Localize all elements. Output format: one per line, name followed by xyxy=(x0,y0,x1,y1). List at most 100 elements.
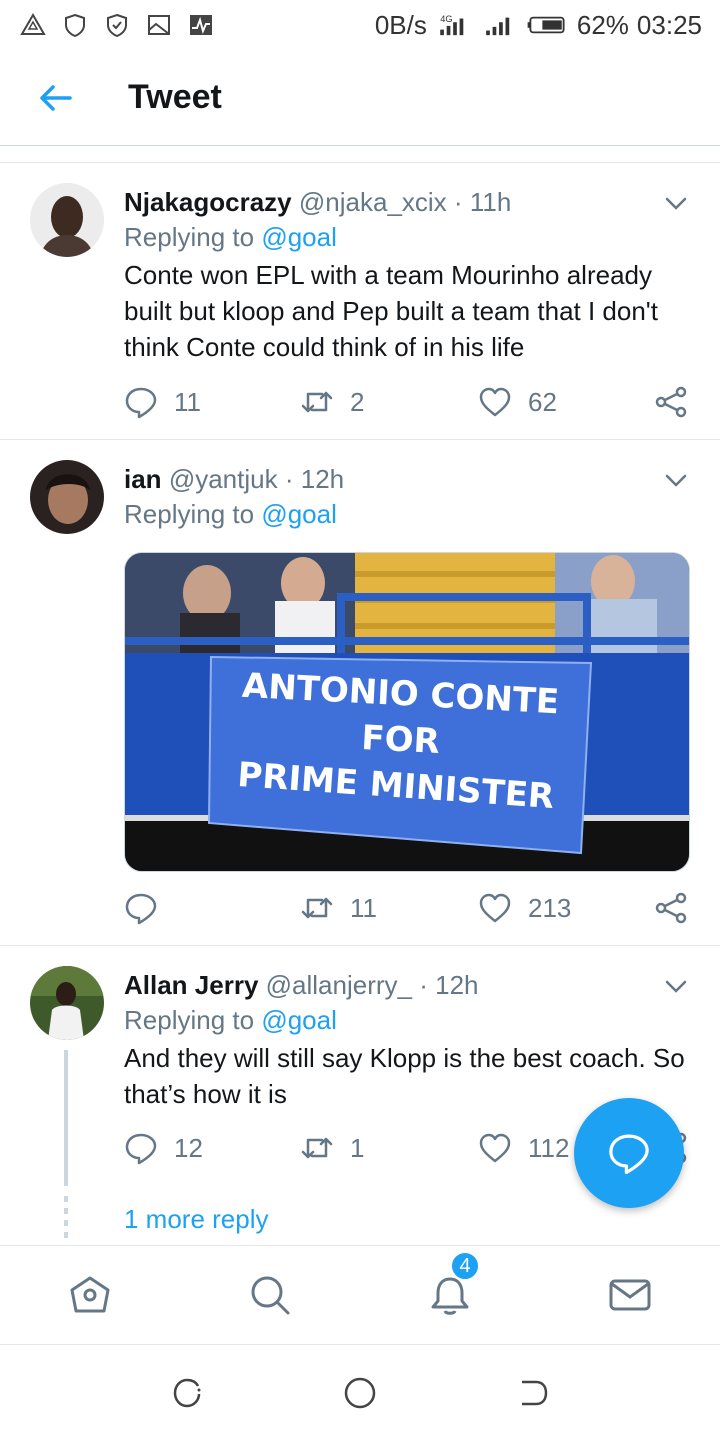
chevron-down-icon[interactable] xyxy=(662,972,690,1000)
nav-messages[interactable] xyxy=(600,1265,660,1325)
mention-link[interactable]: @goal xyxy=(261,222,337,252)
reply-button[interactable] xyxy=(124,891,158,925)
retweet-count: 2 xyxy=(350,386,365,417)
notification-badge: 4 xyxy=(450,1251,480,1281)
retweet-button[interactable]: 2 xyxy=(300,385,364,419)
separator: · xyxy=(284,464,294,494)
home-circle-icon[interactable] xyxy=(343,1376,377,1410)
clock: 03:25 xyxy=(636,9,702,40)
retweet-icon xyxy=(301,897,333,919)
retweet-icon xyxy=(301,1137,333,1159)
replying-to-label: Replying to xyxy=(124,499,255,529)
avatar[interactable] xyxy=(30,460,104,534)
replying-to: Replying to @goal xyxy=(124,1002,690,1038)
avatar[interactable] xyxy=(30,183,104,257)
reply-icon xyxy=(125,893,157,925)
recent-apps-icon[interactable] xyxy=(170,1376,204,1410)
reply-icon xyxy=(125,387,157,419)
more-replies-link[interactable]: 1 more reply xyxy=(124,1204,269,1235)
share-button[interactable] xyxy=(654,891,688,925)
back-button[interactable] xyxy=(26,68,86,128)
author-handle[interactable]: @allanjerry_ xyxy=(266,970,412,1000)
like-button[interactable]: 213 xyxy=(478,891,571,925)
tweet-header: ian @yantjuk · 12h xyxy=(124,462,690,496)
signal-icon xyxy=(486,17,510,36)
nav-search[interactable] xyxy=(240,1265,300,1325)
author-name[interactable]: Allan Jerry xyxy=(124,970,258,1000)
reply-icon xyxy=(125,1133,157,1165)
arrow-left-icon xyxy=(40,84,72,111)
nav-home[interactable] xyxy=(60,1265,120,1325)
replying-to: Replying to @goal xyxy=(124,219,690,255)
author-name[interactable]: ian xyxy=(124,464,162,494)
reply-count: 12 xyxy=(174,1132,203,1163)
like-count: 62 xyxy=(528,386,557,417)
home-icon xyxy=(70,1276,110,1313)
like-button[interactable]: 62 xyxy=(478,385,557,419)
banner-line-2: FOR xyxy=(360,718,440,762)
shield-check-icon xyxy=(107,13,127,38)
chevron-down-icon[interactable] xyxy=(662,189,690,217)
image-icon xyxy=(148,15,170,35)
avatar[interactable] xyxy=(30,966,104,1040)
banner-photo: ANTONIO CONTE FOR PRIME MINISTER xyxy=(125,553,689,871)
reply-icon xyxy=(609,1134,649,1175)
tweet-actions: 11 213 xyxy=(124,888,694,928)
timestamp[interactable]: 12h xyxy=(435,970,478,1000)
tweet-header: Njakagocrazy @njaka_xcix · 11h xyxy=(124,185,690,219)
separator: · xyxy=(419,970,428,1000)
replying-to-label: Replying to xyxy=(124,222,255,252)
retweet-icon xyxy=(301,391,333,413)
author-name[interactable]: Njakagocrazy xyxy=(124,187,292,217)
thread-line xyxy=(64,1050,68,1186)
retweet-button[interactable]: 1 xyxy=(300,1131,364,1165)
tweet-body: Allan Jerry @allanjerry_ · 12h Replying … xyxy=(124,968,690,1112)
mail-icon xyxy=(609,1279,651,1311)
like-button[interactable]: 112 xyxy=(478,1131,569,1165)
retweet-button[interactable]: 11 xyxy=(300,891,377,925)
retweet-count: 1 xyxy=(350,1132,365,1163)
like-count: 112 xyxy=(528,1132,570,1163)
mention-link[interactable]: @goal xyxy=(261,1005,337,1035)
bottom-navigation: 4 xyxy=(0,1245,720,1345)
compose-reply-button[interactable] xyxy=(574,1098,684,1208)
share-icon xyxy=(655,892,687,924)
heart-icon xyxy=(479,1133,511,1163)
timestamp[interactable]: 12h xyxy=(301,464,344,494)
system-navigation xyxy=(0,1346,720,1440)
tweet-header: Allan Jerry @allanjerry_ · 12h xyxy=(124,968,690,1002)
tweet-body: Njakagocrazy @njaka_xcix · 11h Replying … xyxy=(124,185,690,365)
retweet-count: 11 xyxy=(350,892,377,923)
battery-level: 62% xyxy=(576,9,629,40)
avatar-image xyxy=(30,966,104,1040)
status-bar: 0B/s 4G 62% 03:25 xyxy=(0,0,720,50)
nav-notifications[interactable]: 4 xyxy=(420,1251,480,1325)
activity-icon xyxy=(190,15,212,35)
search-icon xyxy=(251,1276,290,1315)
tweet-body: ian @yantjuk · 12h Replying to @goal xyxy=(124,462,690,532)
reply-button[interactable]: 12 xyxy=(124,1131,203,1165)
author-handle[interactable]: @njaka_xcix xyxy=(299,187,447,217)
status-icons-right: 0B/s 4G 62% 03:25 xyxy=(375,10,702,41)
avatar-image xyxy=(30,183,104,257)
network-speed: 0B/s xyxy=(374,9,427,40)
tweet[interactable]: Njakagocrazy @njaka_xcix · 11h Replying … xyxy=(0,163,720,440)
tweet-photo[interactable]: ANTONIO CONTE FOR PRIME MINISTER xyxy=(124,552,690,872)
warning-icon xyxy=(20,13,46,35)
avatar-image xyxy=(30,460,104,534)
tweet-actions: 11 2 62 xyxy=(124,382,694,422)
replying-to-label: Replying to xyxy=(124,1005,255,1035)
page-title: Tweet xyxy=(128,78,222,116)
reply-button[interactable]: 11 xyxy=(124,385,201,419)
timestamp[interactable]: 11h xyxy=(470,187,511,217)
top-app-bar: Tweet xyxy=(0,50,720,146)
author-handle[interactable]: @yantjuk xyxy=(169,464,278,494)
tweet-text: And they will still say Klopp is the bes… xyxy=(124,1043,685,1109)
status-icons-left xyxy=(20,12,214,38)
network-type: 4G xyxy=(440,14,452,24)
signal-4g-icon: 4G xyxy=(440,14,464,36)
mention-link[interactable]: @goal xyxy=(261,499,337,529)
back-nav-icon[interactable] xyxy=(516,1376,550,1410)
chevron-down-icon[interactable] xyxy=(662,466,690,494)
share-button[interactable] xyxy=(654,385,688,419)
